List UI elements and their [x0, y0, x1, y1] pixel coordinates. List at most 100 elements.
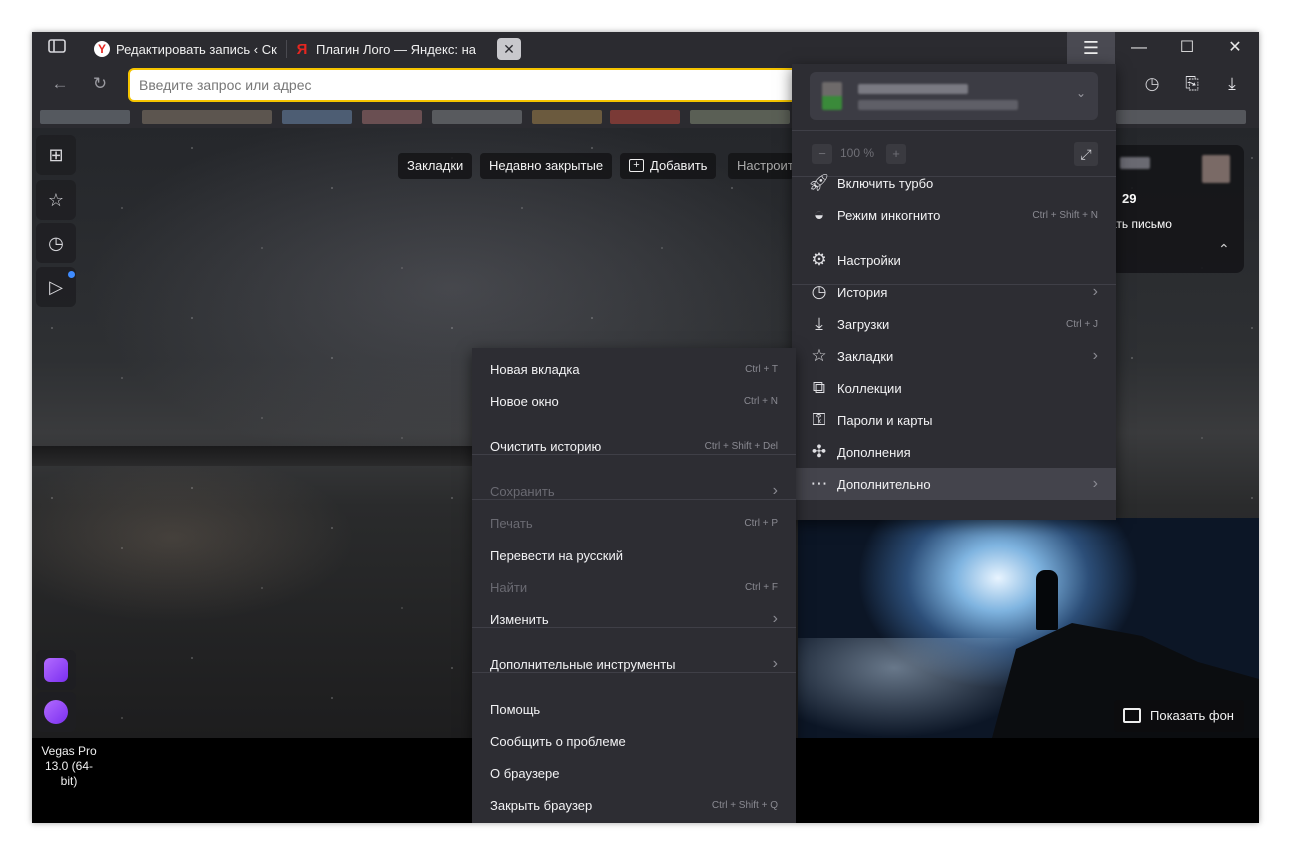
submenu-item-label: Изменить — [490, 611, 549, 627]
mail-widget[interactable]: 29 ать письмо ⌃ — [1110, 145, 1244, 273]
minimize-icon[interactable]: — — [1115, 32, 1163, 64]
menu-item-6[interactable]: ☆ Закладки › — [792, 340, 1116, 372]
close-window-icon[interactable]: ✕ — [1211, 32, 1259, 64]
customize-pill[interactable]: Настроит — [728, 153, 794, 179]
menu-item-label: Включить турбо — [837, 175, 934, 191]
submenu-item-2[interactable]: Новое окно Ctrl + N — [472, 385, 796, 417]
submenu-item-6[interactable]: Перевести на русский — [472, 539, 796, 571]
menu-item-7[interactable]: ⧉ Коллекции — [792, 372, 1116, 404]
notification-dot — [68, 271, 75, 278]
submenu-item-label: Перевести на русский — [490, 547, 624, 563]
bookmark-item[interactable] — [690, 110, 790, 124]
history-clock-button[interactable]: ◷ — [36, 223, 76, 263]
submenu-item-8[interactable]: Изменить › — [472, 603, 796, 635]
zoom-in-button[interactable]: + — [886, 144, 906, 164]
submenu-item-label: Помощь — [490, 701, 541, 717]
menu-item-5[interactable]: ⤓ Загрузки Ctrl + J — [792, 308, 1116, 340]
submenu-item-shortcut: Ctrl + T — [745, 363, 778, 375]
menu-item-1[interactable]: 🚀︎ Включить турбо — [792, 167, 1116, 199]
submenu-item-9[interactable]: Дополнительные инструменты › — [472, 648, 796, 680]
puzzle-icon: ✣ — [811, 442, 827, 461]
favorites-star-button[interactable]: ☆ — [36, 180, 76, 220]
tab-bar: Y Редактировать запись ‹ Ск Я Плагин Лог… — [32, 32, 1259, 66]
translate-icon[interactable]: ⎘ — [1177, 70, 1207, 98]
submenu-item-11[interactable]: Сообщить о проблеме — [472, 725, 796, 757]
show-background-button[interactable]: Показать фон — [1114, 700, 1244, 732]
tab-edit-post[interactable]: Y Редактировать запись ‹ Ск — [94, 32, 284, 66]
address-input[interactable]: Введите запрос или адрес — [128, 68, 808, 102]
add-pill[interactable]: + Добавить — [620, 153, 717, 179]
write-mail-link[interactable]: ать письмо — [1110, 217, 1172, 231]
separator — [472, 627, 796, 628]
alice-icon — [44, 658, 68, 682]
close-tab-icon[interactable]: ✕ — [497, 38, 521, 60]
browser-main-menu: ⌄ − 100 % + ⤢ 🚀︎ Включить турбо ◒ Режим инк… — [792, 64, 1116, 520]
menu-item-label: Дополнения — [837, 444, 911, 460]
browser-menu-button[interactable]: ☰ — [1067, 32, 1115, 64]
tab-separator — [286, 40, 287, 58]
chevron-up-icon[interactable]: ⌃ — [1218, 241, 1230, 258]
bookmarks-pill[interactable]: Закладки — [398, 153, 473, 179]
account-switcher[interactable]: ⌄ — [810, 72, 1098, 120]
history-icon[interactable]: ◷ — [1137, 70, 1167, 98]
maximize-icon[interactable]: ☐ — [1163, 32, 1211, 64]
submenu-item-shortcut: Ctrl + P — [744, 517, 778, 529]
downloads-icon[interactable]: ⤓ — [1217, 70, 1247, 98]
submenu-item-label: Дополнительные инструменты — [490, 656, 676, 672]
alice-messenger-button[interactable] — [36, 650, 76, 690]
bookmark-item[interactable] — [1116, 110, 1246, 124]
menu-item-8[interactable]: ⚿ Пароли и карты — [792, 404, 1116, 436]
reload-icon[interactable]: ↻ — [85, 70, 115, 98]
rocket-icon: 🚀︎ — [808, 173, 830, 192]
chevron-down-icon[interactable]: ⌄ — [1076, 86, 1086, 100]
submenu-item-shortcut: Ctrl + Shift + Q — [711, 799, 778, 811]
submenu-item-3[interactable]: Очистить историю Ctrl + Shift + Del — [472, 430, 796, 462]
alice-icon — [44, 700, 68, 724]
back-arrow-icon[interactable]: ← — [45, 70, 75, 98]
bookmark-item[interactable] — [362, 110, 422, 124]
tab-title: Плагин Лого — Яндекс: на — [316, 41, 476, 57]
submenu-item-shortcut: Ctrl + F — [744, 581, 778, 593]
fullscreen-icon[interactable]: ⤢ — [1074, 142, 1098, 166]
submenu-item-label: Закрыть браузер — [490, 797, 593, 813]
clock-icon: ◷ — [811, 282, 827, 301]
submenu-item-4: Сохранить › — [472, 475, 796, 507]
alice-assistant-button[interactable] — [36, 692, 76, 732]
collections-icon: ⧉ — [812, 378, 826, 397]
submenu-item-12[interactable]: О браузере — [472, 757, 796, 789]
menu-item-9[interactable]: ✣ Дополнения — [792, 436, 1116, 468]
submenu-item-10[interactable]: Помощь — [472, 693, 796, 725]
key-card-icon: ⚿ — [812, 410, 826, 429]
desktop-label-line1: Vegas Pro — [41, 744, 97, 758]
yandex-logo-icon: Я — [296, 40, 308, 58]
menu-item-label: История — [837, 284, 888, 300]
bookmark-item[interactable] — [40, 110, 130, 124]
tab-yandex-plugin[interactable]: Я Плагин Лого — Яндекс: на — [294, 32, 490, 66]
sidebar-toggle-icon[interactable] — [42, 34, 72, 64]
bookmark-item[interactable] — [532, 110, 602, 124]
person-silhouette — [1036, 570, 1058, 630]
submenu-item-1[interactable]: Новая вкладка Ctrl + T — [472, 353, 796, 385]
menu-item-3[interactable]: ⚙ Настройки — [792, 244, 1116, 276]
menu-item-4[interactable]: ◷ История › — [792, 276, 1116, 308]
bookmark-item[interactable] — [610, 110, 680, 124]
add-label: Добавить — [650, 158, 708, 173]
menu-item-label: Загрузки — [837, 316, 890, 332]
bookmark-item[interactable] — [432, 110, 522, 124]
submenu-item-13[interactable]: Закрыть браузер Ctrl + Shift + Q — [472, 789, 796, 821]
chevron-right-icon: › — [1092, 283, 1098, 300]
bookmark-item[interactable] — [142, 110, 272, 124]
zoom-out-button[interactable]: − — [812, 144, 832, 164]
media-play-button[interactable]: ▷ — [36, 267, 76, 307]
submenu-item-label: Найти — [490, 579, 528, 595]
blurred-account-name — [858, 84, 968, 94]
desktop-icon-label: Vegas Pro 13.0 (64-bit) — [37, 744, 101, 789]
submenu-item-label: Сохранить — [490, 483, 555, 499]
menu-item-10[interactable]: ⋯ Дополнительно › — [792, 468, 1116, 500]
incognito-mask-icon: ◒ — [813, 205, 825, 224]
recently-closed-pill[interactable]: Недавно закрытые — [480, 153, 613, 179]
services-grid-button[interactable]: ⊞ — [36, 135, 76, 175]
gear-icon: ⚙ — [811, 250, 827, 269]
menu-item-2[interactable]: ◒ Режим инкогнито Ctrl + Shift + N — [792, 199, 1116, 231]
bookmark-item[interactable] — [282, 110, 352, 124]
